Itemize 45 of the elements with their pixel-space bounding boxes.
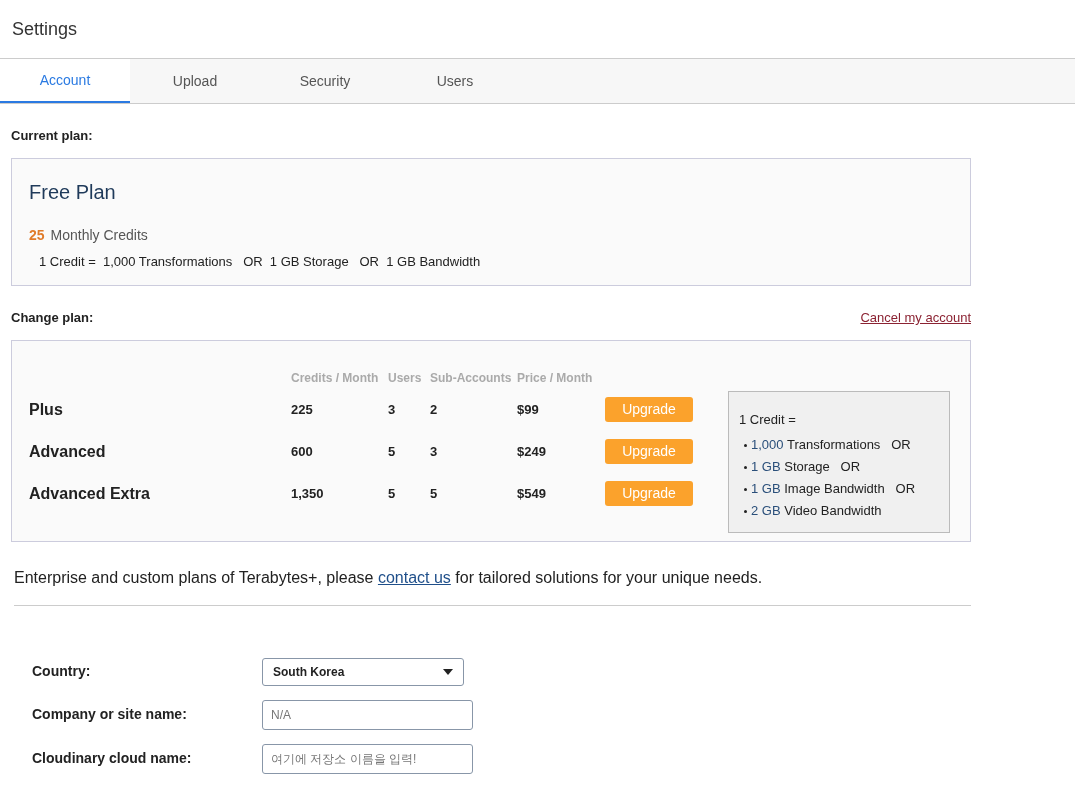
- input-field[interactable]: N/A: [262, 699, 473, 730]
- section-heading: Change plan:: [11, 309, 94, 327]
- column-header: Credits / Month: [291, 369, 380, 387]
- column-header: Sub-Accounts: [430, 369, 513, 387]
- table-cell-text: 5: [388, 484, 397, 503]
- tab[interactable]: Security: [260, 59, 390, 103]
- table-cell-text: 3: [388, 400, 397, 419]
- country-dropdown[interactable]: South Korea: [262, 657, 464, 686]
- plan-name: Advanced Extra: [29, 483, 151, 504]
- legend-item: 1,000 Transformations OR: [744, 435, 939, 457]
- tab[interactable]: Users: [390, 59, 520, 103]
- table-cell-text: 5: [430, 484, 439, 503]
- table-cell-text: 2: [430, 400, 439, 419]
- tab[interactable]: Upload: [130, 59, 260, 103]
- table-cell-text: 225: [291, 400, 314, 419]
- plan-name: Advanced: [29, 441, 107, 462]
- field-label: Company or site name:: [32, 705, 188, 724]
- table-cell-text: $549: [517, 484, 547, 503]
- plan-name: Free Plan: [29, 179, 117, 205]
- legend-item: 2 GB Video Bandwidth: [744, 501, 939, 523]
- legend-item: 1 GB Image Bandwidth OR: [744, 479, 939, 501]
- caret-icon: [443, 668, 453, 675]
- tab[interactable]: Account: [0, 59, 130, 103]
- input-field[interactable]: 여기에 저장소 이름을 입력!: [262, 743, 473, 774]
- page-title: Settings: [12, 17, 78, 41]
- field-label: Country:: [32, 662, 92, 681]
- credits-count: 25: [29, 225, 45, 245]
- table-cell-text: 1,350: [291, 484, 325, 503]
- cancel-link[interactable]: Cancel my account: [860, 308, 971, 328]
- enterprise-text: Enterprise and custom plans of Terabytes+, please contact us for tailored solutions for your unique needs.: [14, 565, 971, 606]
- table-cell-text: 600: [291, 442, 314, 461]
- credits-label: Monthly Credits: [50, 225, 148, 245]
- legend-item: 1 GB Storage OR: [744, 457, 939, 479]
- credit-equation: 1 Credit = 1,000 Transformations OR 1 GB Storage OR 1 GB Bandwidth: [39, 252, 482, 271]
- column-header: Users: [388, 369, 423, 387]
- table-cell-text: $99: [517, 400, 540, 419]
- table-cell-text: 5: [388, 442, 397, 461]
- legend-title: 1 Credit =: [739, 410, 797, 429]
- section-heading: Current plan:: [11, 127, 94, 145]
- table-cell-text: 3: [430, 442, 439, 461]
- table-cell-text: $249: [517, 442, 547, 461]
- plan-name: Plus: [29, 399, 64, 420]
- column-header: Price / Month: [517, 369, 594, 387]
- contact-link[interactable]: contact us: [377, 568, 451, 586]
- field-label: Cloudinary cloud name:: [32, 749, 193, 768]
